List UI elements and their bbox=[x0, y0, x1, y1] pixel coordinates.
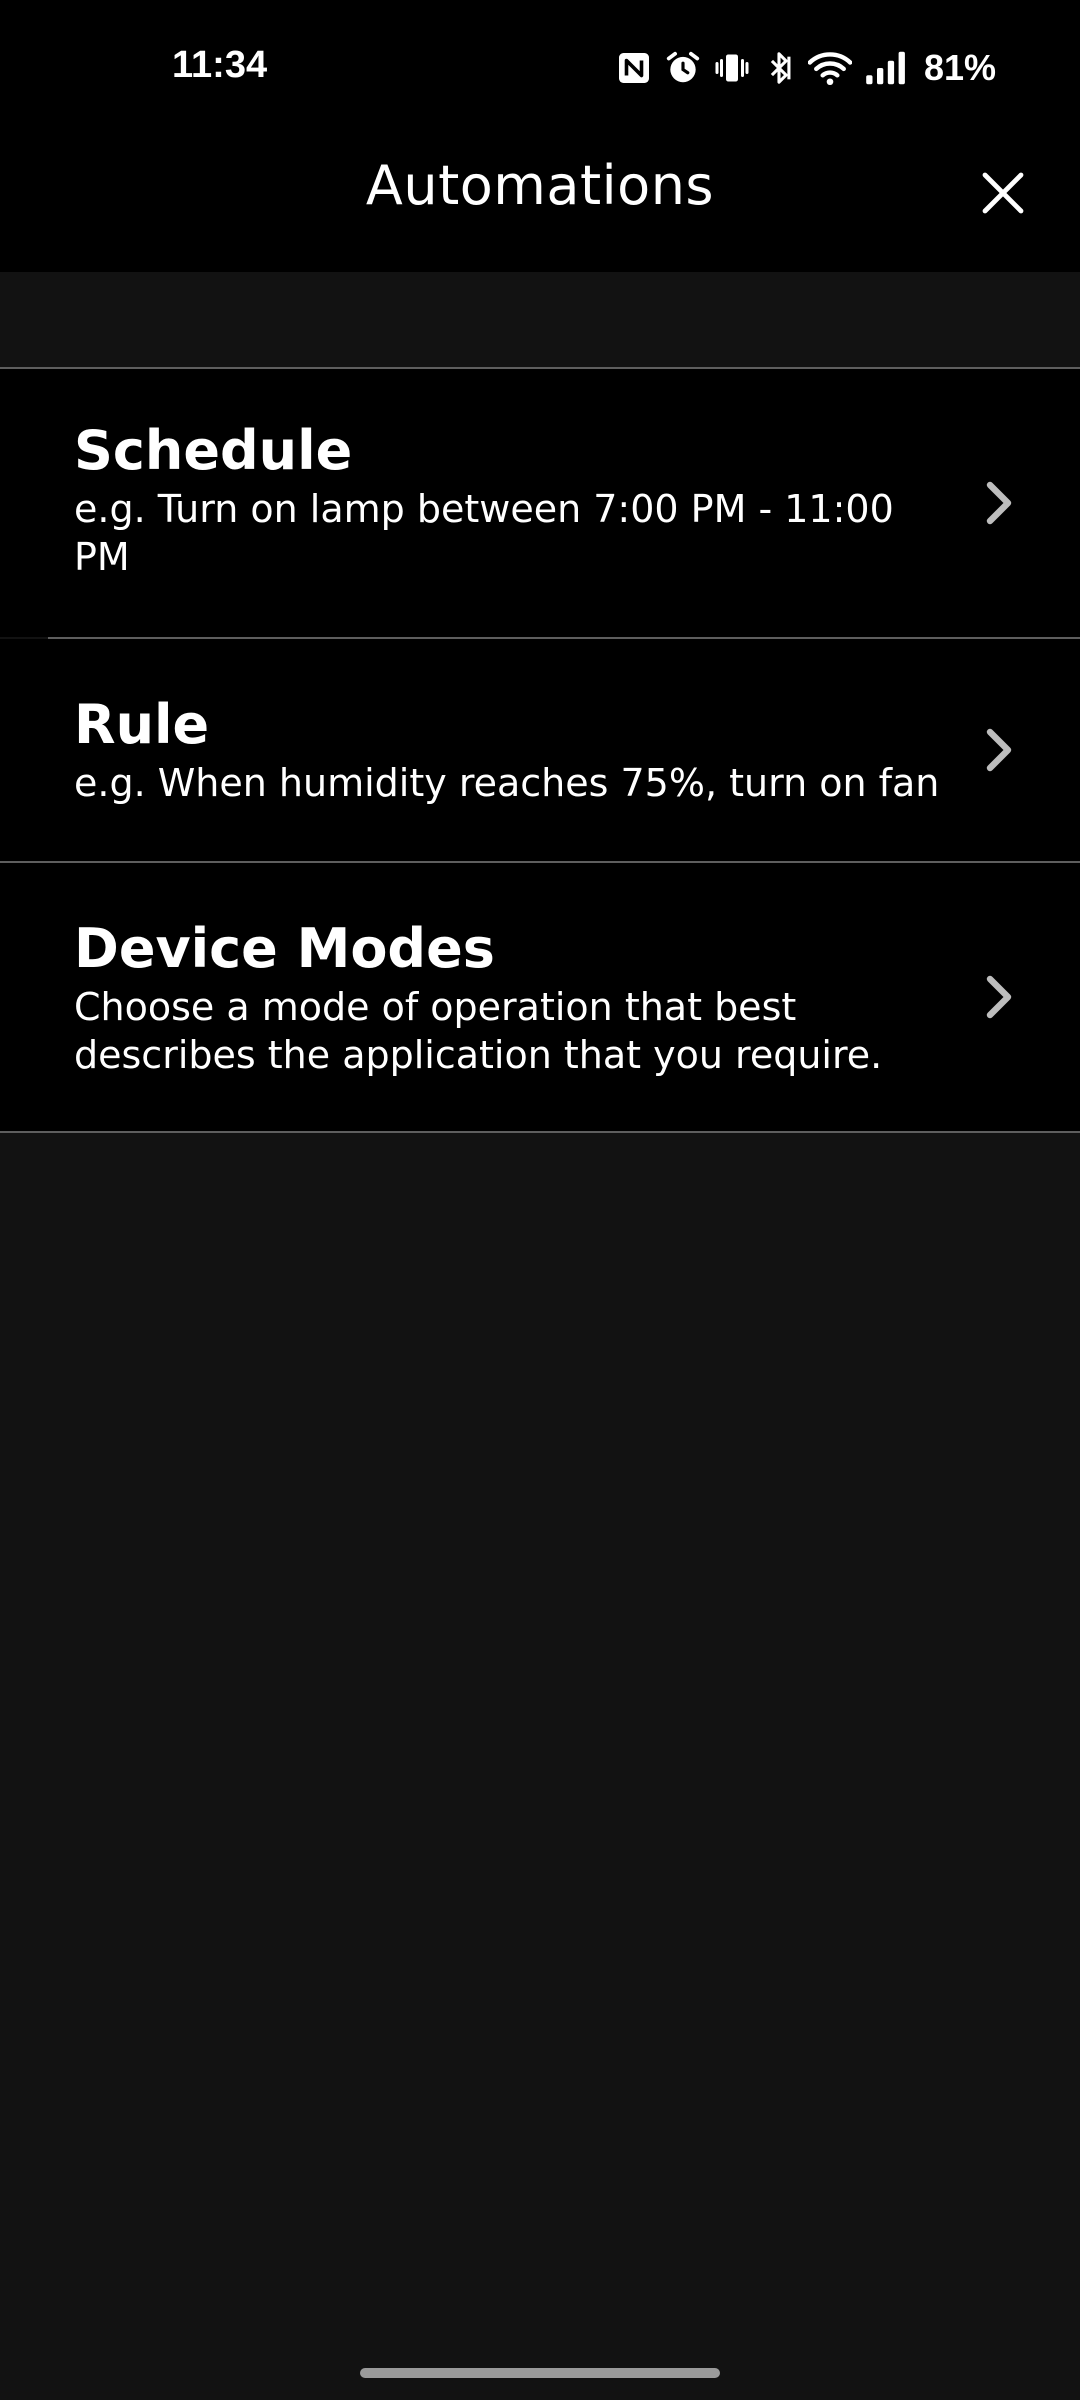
close-button[interactable] bbox=[968, 158, 1038, 228]
bluetooth-icon bbox=[770, 52, 791, 84]
rule-option[interactable]: Rule e.g. When humidity reaches 75%, tur… bbox=[0, 639, 1080, 861]
chevron-right-icon bbox=[986, 481, 1012, 525]
divider bbox=[0, 1131, 1080, 1133]
automation-options-list: Schedule e.g. Turn on lamp between 7:00 … bbox=[0, 369, 1080, 1133]
status-bar: 11:34 81% bbox=[0, 0, 1080, 140]
automations-screen: 11:34 81% Automations Schedule e.g. Turn… bbox=[0, 0, 1080, 2400]
rule-title: Rule bbox=[74, 693, 210, 756]
signal-icon bbox=[866, 51, 905, 85]
page-title: Automations bbox=[365, 154, 715, 217]
alarm-icon bbox=[666, 51, 700, 83]
chevron-right-icon bbox=[986, 728, 1012, 772]
chevron-right-icon bbox=[986, 975, 1012, 1019]
vibrate-icon bbox=[715, 54, 749, 82]
device-modes-description: Choose a mode of operation that best des… bbox=[74, 985, 883, 1077]
wifi-icon bbox=[807, 52, 852, 86]
battery-percentage: 81% bbox=[923, 47, 996, 88]
close-icon bbox=[982, 172, 1024, 214]
schedule-title: Schedule bbox=[74, 419, 353, 482]
gesture-nav-handle[interactable] bbox=[360, 2368, 720, 2378]
list-header-spacer bbox=[0, 272, 1080, 369]
nfc-icon bbox=[618, 53, 649, 83]
schedule-description: e.g. Turn on lamp between 7:00 PM - 11:0… bbox=[74, 487, 894, 579]
rule-description: e.g. When humidity reaches 75%, turn on … bbox=[74, 761, 940, 805]
app-bar: Automations bbox=[0, 140, 1080, 272]
device-modes-option[interactable]: Device Modes Choose a mode of operation … bbox=[0, 863, 1080, 1131]
schedule-option[interactable]: Schedule e.g. Turn on lamp between 7:00 … bbox=[0, 369, 1080, 637]
device-modes-title: Device Modes bbox=[74, 917, 495, 980]
status-icons: 81% bbox=[616, 46, 996, 90]
status-time: 11:34 bbox=[172, 44, 268, 86]
